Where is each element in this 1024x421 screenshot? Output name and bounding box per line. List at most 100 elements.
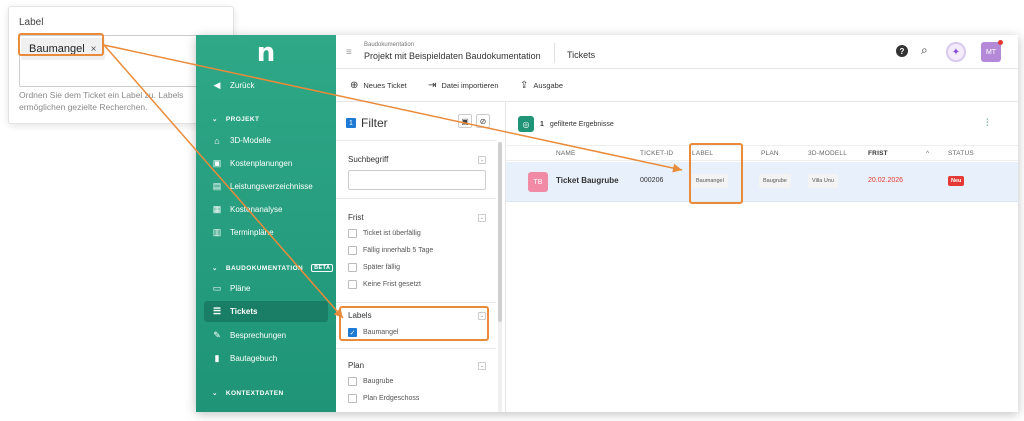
import-label: Datei importieren — [441, 81, 499, 90]
column-header-status[interactable]: STATUS — [948, 150, 974, 157]
section-label: BAUDOKUMENTATION — [225, 264, 304, 272]
sidebar-item-kostenplanungen[interactable]: ▣ Kostenplanungen — [204, 153, 328, 174]
chevron-down-icon: ⌄ — [212, 390, 218, 397]
chevron-down-icon: ⌄ — [212, 116, 218, 123]
divider — [336, 140, 496, 141]
ai-assistant-icon[interactable]: ✦ — [946, 42, 966, 62]
sort-ascending-icon[interactable]: ^ — [926, 150, 929, 157]
filter-option[interactable]: Baugrube — [348, 377, 393, 386]
import-button[interactable]: ⇥ Datei importieren — [428, 80, 499, 91]
checkbox[interactable] — [348, 377, 357, 386]
save-filter-icon[interactable]: ▣ — [458, 114, 472, 128]
filter-option[interactable]: Keine Frist gesetzt — [348, 280, 421, 289]
plan-section-title: Plan — [348, 361, 365, 370]
sidebar-item-3d-modelle[interactable]: ⌂ 3D-Modelle — [204, 130, 328, 151]
highlight-label-chip — [18, 33, 104, 56]
ticket-deadline: 20.02.2026 — [868, 177, 904, 184]
page-title: Tickets — [567, 50, 596, 60]
filter-scrollbar[interactable] — [498, 142, 502, 412]
section-label: KONTEXTDATEN — [225, 389, 284, 397]
section-kontextdaten[interactable]: ⌄ KONTEXTDATEN — [212, 389, 284, 398]
filter-option[interactable]: Plan Erdgeschoss — [348, 394, 419, 403]
sidebar: n ◀ Zurück ⌄ PROJEKT ⌂ 3D-Modelle ▣ Kost… — [196, 35, 336, 412]
clear-filter-icon[interactable]: ⊘ — [476, 114, 490, 128]
results-summary: ◎ 1 gefilterte Ergebnisse — [518, 116, 614, 132]
sidebar-item-label: Bautagebuch — [230, 354, 278, 363]
help-icon[interactable]: ? — [896, 45, 908, 57]
calendar-icon: ▥ — [212, 227, 222, 237]
filter-header: 1 Filter — [346, 116, 388, 130]
checkbox[interactable] — [348, 229, 357, 238]
checkbox[interactable] — [348, 246, 357, 255]
app-window: n ◀ Zurück ⌄ PROJEKT ⌂ 3D-Modelle ▣ Kost… — [196, 35, 1018, 412]
search-icon[interactable]: ⌕ — [921, 43, 928, 58]
top-bar: ≡ Baudokumentation Projekt mit Beispield… — [336, 35, 1018, 69]
sidebar-item-label: Leistungsverzeichnisse — [230, 182, 313, 191]
sidebar-item-label: Pläne — [230, 284, 251, 293]
checkbox[interactable] — [348, 394, 357, 403]
new-ticket-button[interactable]: ⊕ Neues Ticket — [350, 80, 407, 91]
search-input[interactable] — [348, 170, 486, 190]
sidebar-item-label: 3D-Modelle — [230, 136, 271, 145]
column-settings-icon[interactable]: ⫶ — [986, 118, 989, 129]
highlight-label-column — [689, 143, 743, 204]
filter-option[interactable]: Ticket ist überfällig — [348, 229, 421, 238]
column-header-name[interactable]: NAME — [556, 150, 576, 157]
checkbox[interactable] — [348, 280, 357, 289]
ticket-id: 000206 — [640, 177, 664, 184]
sidebar-item-tickets[interactable]: ☰ Tickets — [204, 301, 328, 322]
user-avatar[interactable]: MT — [981, 40, 1003, 62]
toolbar: ⊕ Neues Ticket ⇥ Datei importieren ⇪ Aus… — [336, 69, 1018, 102]
option-label: Baugrube — [363, 378, 394, 385]
image-icon: ▭ — [212, 283, 222, 293]
menu-toggle-icon[interactable]: ≡ — [346, 47, 352, 58]
ticket-avatar: TB — [528, 172, 548, 192]
chevron-down-icon[interactable]: ⌄ — [478, 156, 486, 164]
back-button[interactable]: ◀ Zurück — [204, 75, 328, 96]
breadcrumb-project[interactable]: Projekt mit Beispieldaten Baudokumentati… — [364, 51, 541, 61]
app-logo[interactable]: n — [196, 35, 336, 71]
chevron-down-icon[interactable]: ⌄ — [478, 362, 486, 370]
option-label: Ticket ist überfällig — [363, 230, 421, 237]
export-icon: ⇪ — [520, 80, 529, 91]
ticket-name[interactable]: Ticket Baugrube — [556, 176, 619, 185]
column-header-frist[interactable]: FRIST — [868, 150, 888, 157]
sidebar-item-label: Terminpläne — [230, 228, 274, 237]
label-field-title: Label — [19, 17, 44, 28]
plus-circle-icon: ⊕ — [350, 80, 359, 91]
chart-icon: ▦ — [212, 204, 222, 214]
ticket-model-chip: Villa Unu — [808, 174, 838, 188]
section-label: PROJEKT — [225, 115, 260, 123]
filter-option[interactable]: Fällig innerhalb 5 Tage — [348, 246, 433, 255]
section-projekt[interactable]: ⌄ PROJEKT — [212, 115, 260, 124]
back-label: Zurück — [230, 81, 255, 90]
column-header-plan[interactable]: PLAN — [761, 150, 779, 157]
sidebar-item-bautagebuch[interactable]: ▮ Bautagebuch — [204, 348, 328, 369]
export-label: Ausgabe — [533, 81, 563, 90]
sidebar-item-plaene[interactable]: ▭ Pläne — [204, 278, 328, 299]
column-header-ticket-id[interactable]: TICKET-ID — [640, 150, 673, 157]
label-hint: Ordnen Sie dem Ticket ein Label zu. Labe… — [19, 90, 184, 112]
frist-section-title: Frist — [348, 213, 364, 222]
sidebar-item-terminplaene[interactable]: ▥ Terminpläne — [204, 222, 328, 243]
sidebar-item-besprechungen[interactable]: ✎ Besprechungen — [204, 325, 328, 346]
column-header-3d-modell[interactable]: 3D-MODELL — [808, 150, 847, 157]
breadcrumb-parent[interactable]: Baudokumentation — [364, 42, 414, 48]
table-row[interactable]: TB Ticket Baugrube 000206 Baumangel Baug… — [506, 162, 1018, 202]
home-icon: ⌂ — [214, 135, 220, 146]
edit-icon: ✎ — [213, 330, 221, 340]
checkbox[interactable] — [348, 263, 357, 272]
export-button[interactable]: ⇪ Ausgabe — [520, 80, 563, 91]
sidebar-item-label: Besprechungen — [230, 331, 287, 340]
scrollbar-thumb[interactable] — [498, 142, 502, 322]
sidebar-item-leistungsverzeichnisse[interactable]: ▤ Leistungsverzeichnisse — [204, 176, 328, 197]
section-baudokumentation[interactable]: ⌄ BAUDOKUMENTATION BETA — [212, 264, 334, 272]
filter-option[interactable]: Später fällig — [348, 263, 400, 272]
notification-dot — [998, 40, 1003, 45]
sidebar-item-kostenanalyse[interactable]: ▦ Kostenanalyse — [204, 199, 328, 220]
chevron-down-icon[interactable]: ⌄ — [478, 214, 486, 222]
option-label: Plan Erdgeschoss — [363, 395, 420, 402]
import-icon: ⇥ — [428, 80, 437, 91]
document-icon: ▤ — [212, 181, 222, 191]
sidebar-item-label: Kostenanalyse — [230, 205, 283, 214]
